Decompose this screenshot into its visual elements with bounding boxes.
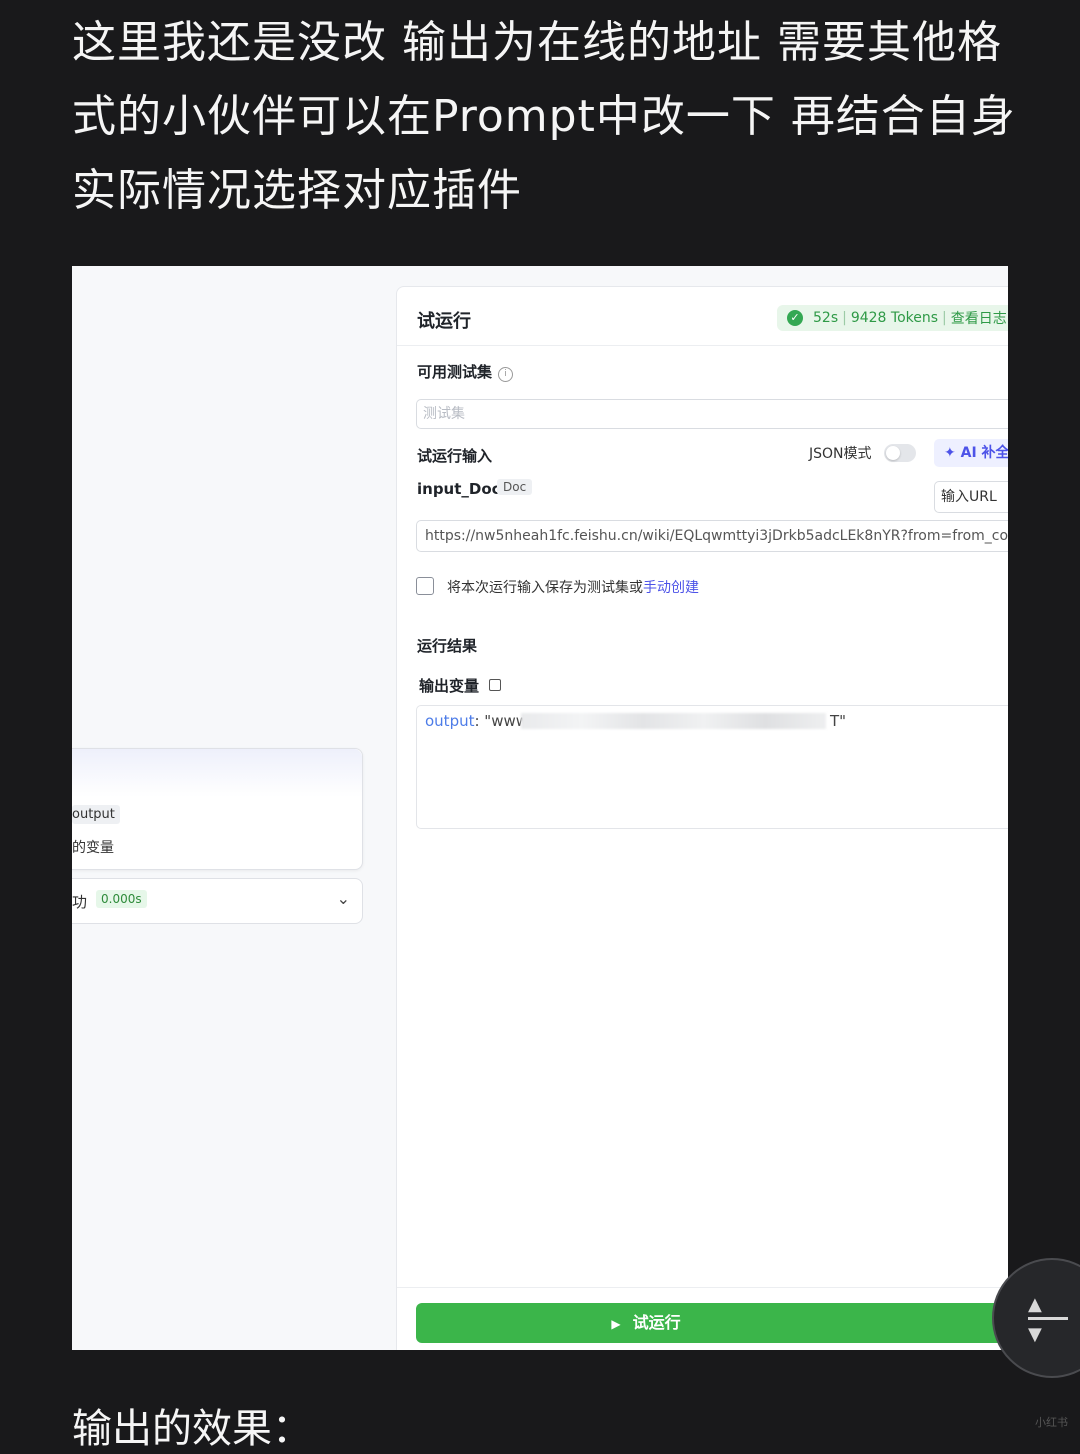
url-input[interactable]: https://nw5nheah1fc.feishu.cn/wiki/EQLqw…: [416, 520, 1008, 552]
run-tokens: 9428 Tokens: [850, 310, 939, 326]
success-check-icon: ✓: [787, 310, 803, 326]
sparkle-icon: ✦: [944, 445, 961, 461]
header-divider: [397, 345, 1008, 346]
chevron-down-icon[interactable]: ⌄: [337, 889, 350, 908]
arrow-down-icon: ▼: [1028, 1324, 1042, 1345]
output-result-box: output: "www T": [416, 705, 1008, 829]
redacted-output: [521, 713, 826, 729]
output-value-prefix: : "www: [474, 712, 529, 730]
output-line: output: "www: [425, 712, 528, 730]
test-set-label-text: 可用测试集: [417, 363, 493, 381]
ai-fill-label: AI 补全: [960, 445, 1008, 461]
info-icon[interactable]: i: [498, 367, 514, 382]
node-card-header: [72, 749, 362, 797]
test-set-label: 可用测试集 i: [417, 361, 514, 382]
manual-create-link[interactable]: 手动创建: [643, 580, 699, 596]
intro-line: 式的小伙伴可以在Prompt中改一下 再结合自身: [72, 91, 1016, 142]
result-label: 运行结果: [417, 637, 478, 655]
workflow-node-card[interactable]: output 的变量: [72, 748, 363, 870]
panel-title: 试运行: [417, 311, 471, 332]
run-stats-badge: ✓ 52s | 9428 Tokens | 查看日志: [777, 305, 1008, 331]
node-var-text: 的变量: [72, 840, 114, 856]
footer-divider: [397, 1287, 1008, 1288]
status-time-badge: 0.000s: [96, 890, 147, 908]
intro-line: 实际情况选择对应插件: [72, 165, 522, 216]
intro-text: 这里我还是没改 输出为在线的地址 需要其他格 式的小伙伴可以在Prompt中改一…: [72, 6, 1032, 228]
save-text: 将本次运行输入保存为测试集或: [447, 580, 643, 596]
divider-bar-icon: [1028, 1317, 1068, 1320]
save-testset-checkbox[interactable]: [416, 577, 434, 595]
ai-fill-button[interactable]: ✦ AI 补全: [934, 439, 1008, 467]
node-output-tag: output: [72, 805, 120, 824]
embedded-screenshot: output 的变量 功 0.000s ⌄ 试运行 ✓ 52s | 9428 T…: [72, 266, 1008, 1350]
view-log-link[interactable]: 查看日志: [951, 308, 1007, 328]
status-text: 功: [72, 893, 88, 911]
play-icon: ▶: [611, 1317, 621, 1331]
param-type-tag: Doc: [497, 479, 533, 495]
output-key: output: [425, 712, 475, 730]
output-var-label: 输出变量: [419, 675, 502, 696]
intro-line: 这里我还是没改 输出为在线的地址 需要其他格: [72, 17, 1002, 68]
run-button-label: 试运行: [632, 1313, 681, 1332]
outro-text: 输出的效果：: [72, 1406, 312, 1452]
param-name: input_Doc: [417, 480, 501, 498]
run-button[interactable]: ▶ 试运行: [416, 1303, 1008, 1343]
run-input-label: 试运行输入: [417, 447, 493, 465]
stats-separator: |: [942, 310, 947, 326]
node-run-status[interactable]: 功 0.000s ⌄: [72, 878, 363, 924]
watermark: 小红书: [1035, 1416, 1068, 1429]
test-set-select[interactable]: 测试集: [416, 399, 1008, 429]
json-mode-toggle[interactable]: [884, 444, 916, 462]
output-value-suffix: T": [830, 712, 847, 730]
test-run-panel: 试运行 ✓ 52s | 9428 Tokens | 查看日志 可用测试集 i 测试…: [396, 286, 1008, 1350]
run-duration: 52s: [813, 310, 839, 326]
copy-icon[interactable]: [489, 679, 502, 691]
save-testset-text: 将本次运行输入保存为测试集或手动创建: [447, 577, 699, 597]
json-mode-label: JSON模式: [809, 446, 872, 462]
input-url-button[interactable]: 输入URL: [934, 481, 1008, 513]
stats-separator: |: [842, 310, 847, 326]
output-var-text: 输出变量: [419, 677, 480, 695]
arrow-up-icon: ▲: [1028, 1294, 1042, 1315]
